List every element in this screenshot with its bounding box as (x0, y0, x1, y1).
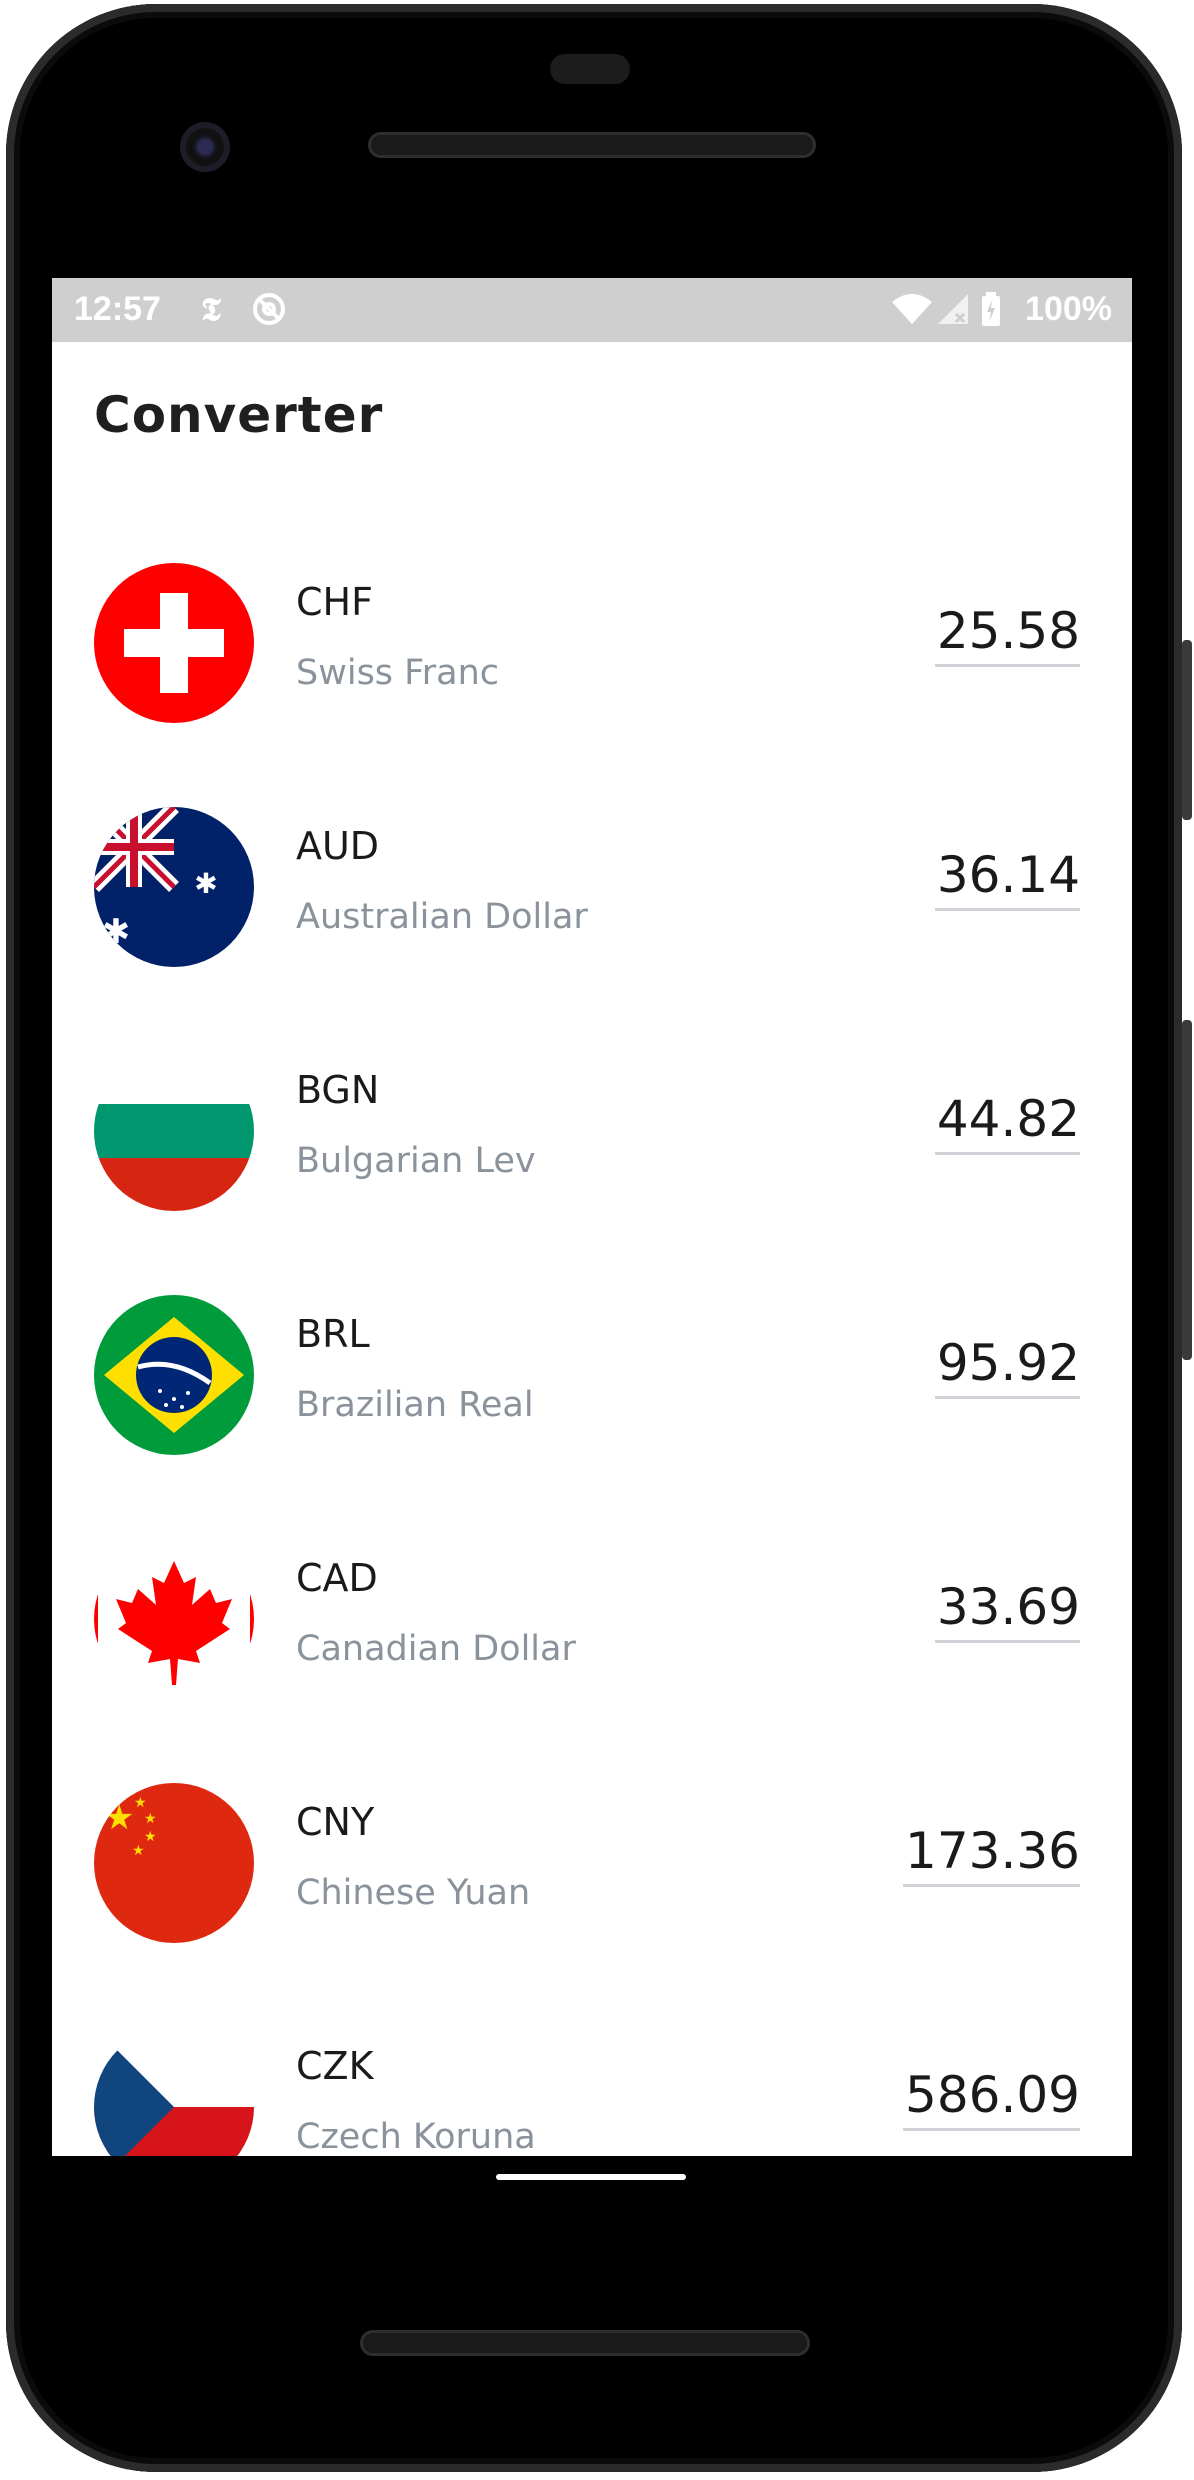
amount-input[interactable]: 173.36 (903, 1822, 1080, 1887)
svg-text:✱: ✱ (194, 867, 217, 900)
amount-input[interactable]: 95.92 (934, 1334, 1080, 1399)
currency-code: BRL (296, 1312, 370, 1356)
currency-row[interactable]: CAD Canadian Dollar 33.69 (52, 1498, 1132, 1742)
czech-flag-icon (94, 2027, 254, 2156)
svg-text:★: ★ (144, 1829, 157, 1845)
switzerland-flag-icon (94, 563, 254, 723)
currency-code: AUD (296, 824, 380, 868)
currency-name: Canadian Dollar (296, 1629, 576, 1669)
currency-code: BGN (296, 1068, 380, 1112)
status-bar: 12:57 𝕿 100% (52, 278, 1132, 342)
china-flag-icon: ★ ★ ★ ★ ★ (94, 1783, 254, 1943)
bulgaria-flag-icon (94, 1051, 254, 1211)
svg-text:★: ★ (134, 1795, 147, 1811)
wifi-icon (890, 292, 934, 326)
phone-frame: 12:57 𝕿 100% Converter CHF Swiss Franc 2… (0, 0, 1194, 2480)
svg-text:★: ★ (132, 1843, 145, 1859)
svg-text:★: ★ (104, 1798, 134, 1838)
canada-flag-icon (94, 1539, 254, 1699)
brazil-flag-icon (94, 1295, 254, 1455)
top-speaker (368, 132, 816, 158)
currency-code: CNY (296, 1800, 375, 1844)
screen: 12:57 𝕿 100% Converter CHF Swiss Franc 2… (52, 278, 1132, 2156)
currency-name: Swiss Franc (296, 653, 500, 693)
amount-input[interactable]: 36.14 (934, 846, 1080, 911)
currency-name: Bulgarian Lev (296, 1141, 536, 1181)
currency-code: CHF (296, 580, 373, 624)
amount-input[interactable]: 33.69 (934, 1578, 1080, 1643)
currency-row[interactable]: BGN Bulgarian Lev 44.82 (52, 1010, 1132, 1254)
currency-row[interactable]: ★ ★ ★ ★ ★ CNY Chinese Yuan 173.36 (52, 1742, 1132, 1986)
nyt-icon: 𝕿 (201, 291, 221, 327)
amount-input[interactable]: 25.58 (934, 602, 1080, 667)
svg-text:★: ★ (144, 1811, 157, 1827)
sensor-bump (550, 54, 630, 84)
amount-input[interactable]: 44.82 (934, 1090, 1080, 1155)
bottom-speaker (360, 2330, 810, 2356)
svg-text:✱: ✱ (102, 912, 131, 952)
home-indicator[interactable] (496, 2174, 686, 2180)
at-sign-icon (252, 292, 286, 326)
currency-name: Australian Dollar (296, 897, 588, 937)
currency-row[interactable]: BRL Brazilian Real 95.92 (52, 1254, 1132, 1498)
currency-name: Czech Koruna (296, 2117, 536, 2156)
currency-code: CAD (296, 1556, 378, 1600)
signal-icon (936, 292, 970, 326)
status-time: 12:57 (74, 290, 161, 328)
front-camera-icon (180, 122, 230, 172)
app-title: Converter (94, 386, 384, 444)
currency-row[interactable]: CZK Czech Koruna 586.09 (52, 1986, 1132, 2156)
currency-row[interactable]: ✱ ✱ AUD Australian Dollar 36.14 (52, 766, 1132, 1010)
australia-flag-icon: ✱ ✱ (94, 807, 254, 967)
currency-name: Chinese Yuan (296, 1873, 531, 1913)
power-button (1182, 640, 1192, 820)
battery-icon (980, 292, 1002, 326)
currency-code: CZK (296, 2044, 374, 2088)
currency-name: Brazilian Real (296, 1385, 534, 1425)
volume-button (1182, 1020, 1192, 1360)
amount-input[interactable]: 586.09 (903, 2066, 1080, 2131)
currency-row[interactable]: CHF Swiss Franc 25.58 (52, 522, 1132, 766)
battery-percent: 100% (1025, 290, 1112, 328)
